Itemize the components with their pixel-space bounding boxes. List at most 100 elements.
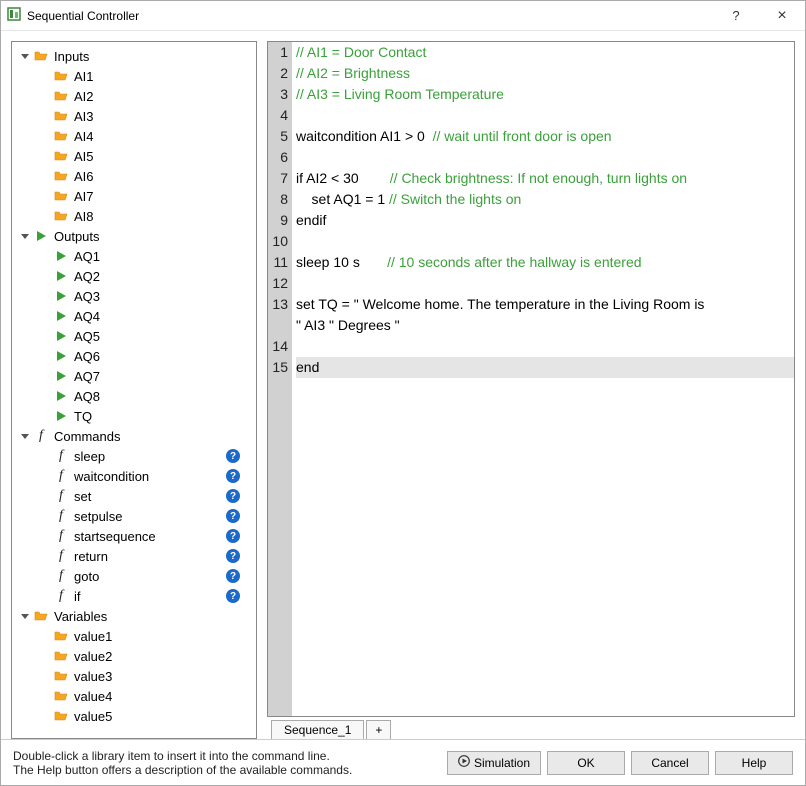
code-editor[interactable]: 12345678910111213 1415 // AI1 = Door Con… <box>267 41 795 717</box>
tree-item-value2[interactable]: value2 <box>12 646 256 666</box>
tree-item-aq3[interactable]: AQ3 <box>12 286 256 306</box>
tree-item-waitcondition[interactable]: fwaitcondition? <box>12 466 256 486</box>
help-icon[interactable]: ? <box>226 569 240 583</box>
help-icon[interactable]: ? <box>226 529 240 543</box>
close-button[interactable]: × <box>759 1 805 31</box>
tree-item-tq[interactable]: TQ <box>12 406 256 426</box>
tree-item-value1[interactable]: value1 <box>12 626 256 646</box>
help-icon[interactable]: ? <box>226 589 240 603</box>
code-line[interactable]: // AI3 = Living Room Temperature <box>296 84 794 105</box>
play-green-icon <box>52 388 70 404</box>
tree-label: AI3 <box>70 109 94 124</box>
folder-orange-icon <box>52 668 70 684</box>
tree-item-aq4[interactable]: AQ4 <box>12 306 256 326</box>
line-number: 6 <box>272 147 288 168</box>
tree-item-set[interactable]: fset? <box>12 486 256 506</box>
expander-icon[interactable] <box>18 609 32 623</box>
help-button[interactable]: ? <box>713 1 759 31</box>
folder-orange-icon <box>52 168 70 184</box>
tree-item-ai3[interactable]: AI3 <box>12 106 256 126</box>
ok-button[interactable]: OK <box>547 751 625 775</box>
tree-item-aq2[interactable]: AQ2 <box>12 266 256 286</box>
tree-label: AI8 <box>70 209 94 224</box>
help-icon[interactable]: ? <box>226 509 240 523</box>
tree-item-ai5[interactable]: AI5 <box>12 146 256 166</box>
library-tree[interactable]: InputsAI1AI2 AI3 AI4 AI5 AI6AI7 AI8 Outputs AQ1… <box>11 41 257 739</box>
tree-label: Outputs <box>50 229 100 244</box>
line-number: 4 <box>272 105 288 126</box>
tree-item-setpulse[interactable]: fsetpulse? <box>12 506 256 526</box>
folder-orange-icon <box>32 48 50 64</box>
tree-item-ai7[interactable]: AI7 <box>12 186 256 206</box>
tree-label: if <box>70 589 81 604</box>
tree-label: Variables <box>50 609 107 624</box>
tree-section-variables[interactable]: Variables <box>12 606 256 626</box>
line-number: 11 <box>272 252 288 273</box>
tree-section-inputs[interactable]: Inputs <box>12 46 256 66</box>
fx-icon: f <box>52 508 70 524</box>
code-line[interactable]: // AI1 = Door Contact <box>296 42 794 63</box>
expander-icon[interactable] <box>18 429 32 443</box>
tree-item-if[interactable]: fif? <box>12 586 256 606</box>
play-green-icon <box>52 268 70 284</box>
code-line[interactable] <box>296 273 794 294</box>
tab-sequence-1[interactable]: Sequence_1 <box>271 720 364 739</box>
tree-item-ai4[interactable]: AI4 <box>12 126 256 146</box>
line-number: 13 <box>272 294 288 315</box>
help-icon[interactable]: ? <box>226 549 240 563</box>
help-icon[interactable]: ? <box>226 449 240 463</box>
simulation-button[interactable]: Simulation <box>447 751 541 775</box>
code-line[interactable]: waitcondition AI1 > 0 // wait until fron… <box>296 126 794 147</box>
tree-item-ai8[interactable]: AI8 <box>12 206 256 226</box>
cancel-button[interactable]: Cancel <box>631 751 709 775</box>
expander-icon[interactable] <box>18 229 32 243</box>
tree-label: AI5 <box>70 149 94 164</box>
tree-label: return <box>70 549 108 564</box>
code-line[interactable] <box>296 336 794 357</box>
help-button-footer[interactable]: Help <box>715 751 793 775</box>
tree-item-aq7[interactable]: AQ7 <box>12 366 256 386</box>
help-icon[interactable]: ? <box>226 469 240 483</box>
tree-item-aq5[interactable]: AQ5 <box>12 326 256 346</box>
tree-item-aq6[interactable]: AQ6 <box>12 346 256 366</box>
folder-orange-icon <box>52 688 70 704</box>
code-line[interactable] <box>296 231 794 252</box>
tree-item-aq8[interactable]: AQ8 <box>12 386 256 406</box>
tree-item-startsequence[interactable]: fstartsequence? <box>12 526 256 546</box>
tree-item-ai2[interactable]: AI2 <box>12 86 256 106</box>
code-line[interactable]: set AQ1 = 1 // Switch the lights on <box>296 189 794 210</box>
play-green-icon <box>52 288 70 304</box>
code-line[interactable]: sleep 10 s // 10 seconds after the hallw… <box>296 252 794 273</box>
tree-section-commands[interactable]: fCommands <box>12 426 256 446</box>
tree-item-aq1[interactable]: AQ1 <box>12 246 256 266</box>
window-title: Sequential Controller <box>21 9 713 23</box>
tree-item-ai6[interactable]: AI6 <box>12 166 256 186</box>
tree-item-sleep[interactable]: fsleep? <box>12 446 256 466</box>
code-line[interactable]: set TQ = " Welcome home. The temperature… <box>296 294 794 315</box>
line-number: 2 <box>272 63 288 84</box>
expander-icon[interactable] <box>18 49 32 63</box>
tree-label: Commands <box>50 429 120 444</box>
tree-item-ai1[interactable]: AI1 <box>12 66 256 86</box>
code-area[interactable]: // AI1 = Door Contact// AI2 = Brightness… <box>292 42 794 716</box>
tree-item-value5[interactable]: value5 <box>12 706 256 726</box>
tree-item-value4[interactable]: value4 <box>12 686 256 706</box>
code-line[interactable]: if AI2 < 30 // Check brightness: If not … <box>296 168 794 189</box>
tree-section-outputs[interactable]: Outputs <box>12 226 256 246</box>
folder-orange-icon <box>52 88 70 104</box>
tree-label: setpulse <box>70 509 122 524</box>
code-line[interactable]: // AI2 = Brightness <box>296 63 794 84</box>
folder-orange-icon <box>52 148 70 164</box>
code-line[interactable]: end <box>296 357 794 378</box>
code-line[interactable] <box>296 105 794 126</box>
tree-item-goto[interactable]: fgoto? <box>12 566 256 586</box>
help-icon[interactable]: ? <box>226 489 240 503</box>
tree-label: AQ4 <box>70 309 100 324</box>
code-line-wrap[interactable]: " AI3 " Degrees " <box>296 315 794 336</box>
tree-item-value3[interactable]: value3 <box>12 666 256 686</box>
code-line[interactable]: endif <box>296 210 794 231</box>
tab-add[interactable]: + <box>366 720 391 739</box>
code-line[interactable] <box>296 147 794 168</box>
tree-item-return[interactable]: freturn? <box>12 546 256 566</box>
folder-orange-icon <box>52 628 70 644</box>
